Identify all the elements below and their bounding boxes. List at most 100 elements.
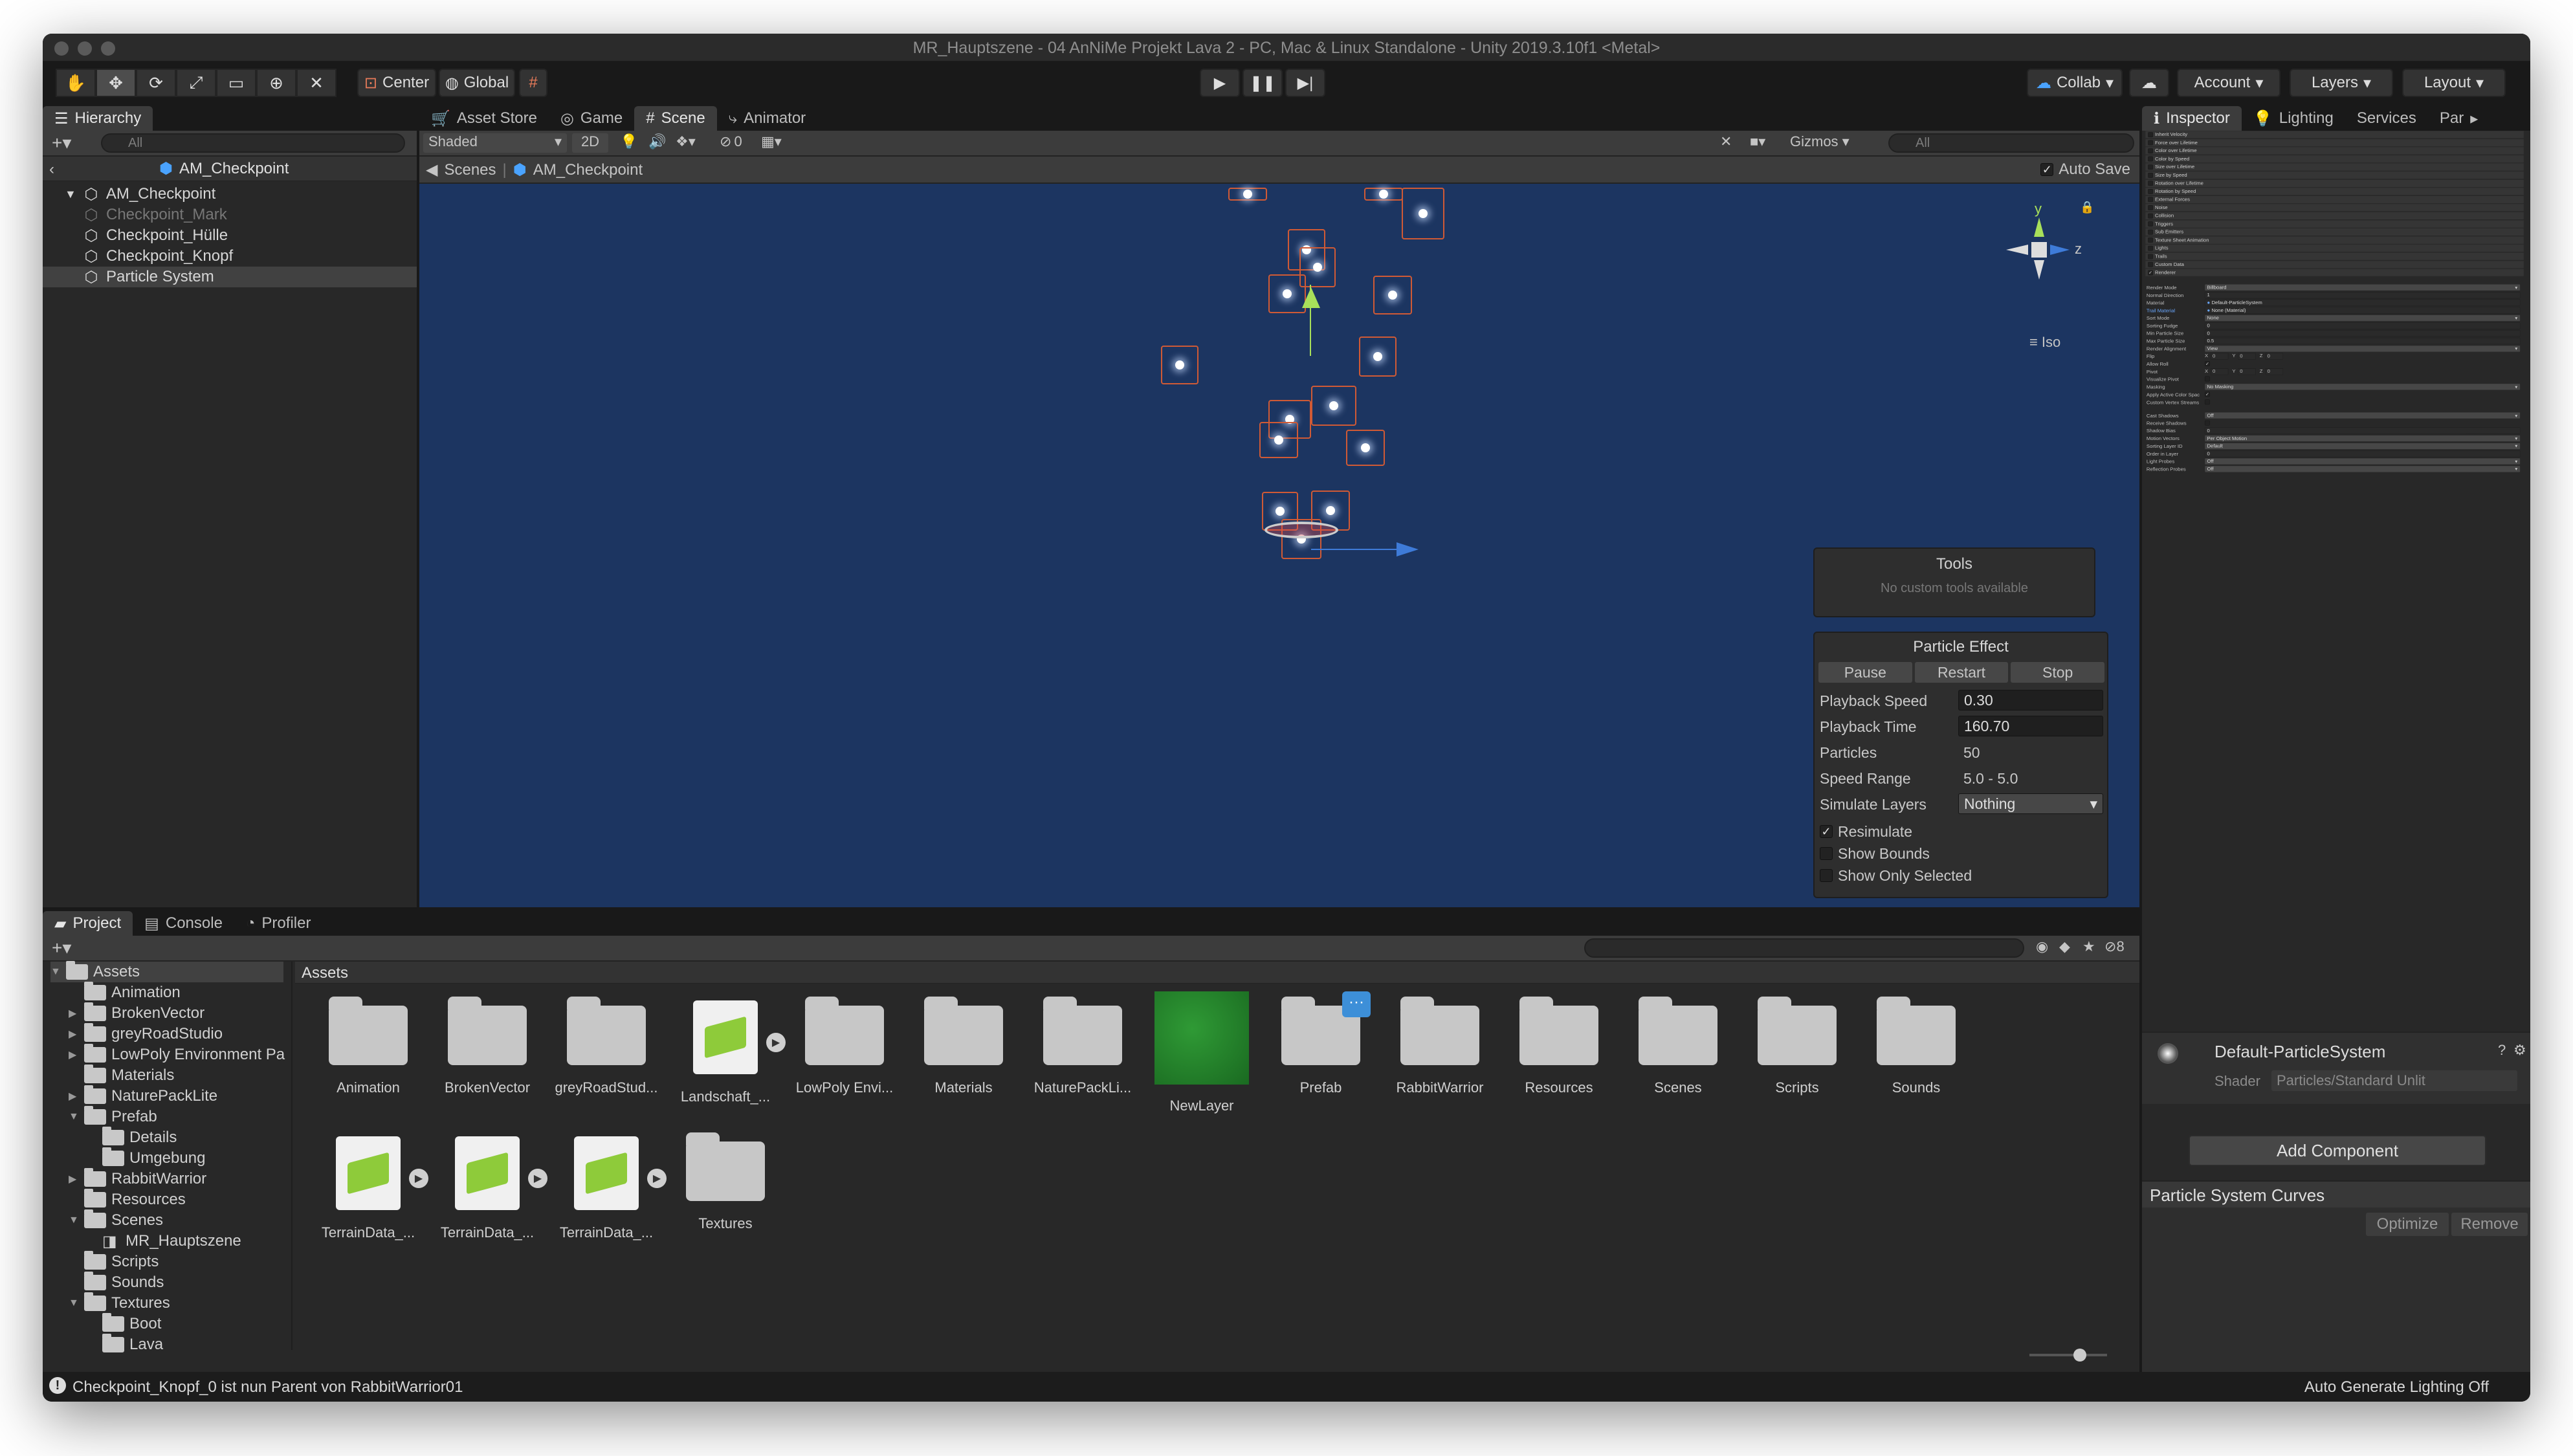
tab-scene[interactable]: # Scene — [634, 106, 717, 131]
property-y-field[interactable]: Y0 — [2232, 353, 2257, 360]
expand-arrow-icon[interactable]: ▼ — [65, 188, 76, 201]
property-value[interactable]: None — [2205, 314, 2521, 322]
resimulate-toggle[interactable]: ✓ Resimulate — [1820, 821, 1912, 843]
cloud-button[interactable]: ☁ — [2129, 69, 2169, 97]
asset-folder[interactable]: RabbitWarrior — [1384, 991, 1496, 1114]
property-value[interactable]: 0 — [2205, 427, 2521, 434]
label-icon[interactable]: ◆ — [2059, 938, 2070, 955]
gizmo-x-cone[interactable] — [2006, 245, 2028, 255]
module-checkbox[interactable]: ✓ — [2148, 270, 2153, 276]
help-icon[interactable]: ? — [2498, 1042, 2506, 1059]
gizmo-z-cone[interactable] — [2050, 245, 2070, 255]
tree-item[interactable]: Sounds — [69, 1272, 164, 1293]
tree-item[interactable]: ▼ Textures — [69, 1292, 170, 1314]
hidden-packages-toggle[interactable]: ⊘ 8 — [2104, 938, 2125, 955]
add-component-button[interactable]: Add Component — [2189, 1135, 2486, 1166]
module-collision[interactable]: Collision — [2145, 212, 2524, 220]
star-icon[interactable]: ★ — [2082, 938, 2095, 955]
expand-play-icon[interactable]: ▶ — [647, 1169, 667, 1188]
simulate-layers-dropdown[interactable]: Nothing ▾ — [1958, 793, 2103, 814]
checkpoint-disc[interactable] — [1264, 522, 1338, 538]
step-button[interactable]: ▶| — [1285, 69, 1325, 97]
module-trails[interactable]: Trails — [2145, 252, 2524, 260]
status-message[interactable]: Checkpoint_Knopf_0 ist nun Parent von Ra… — [72, 1378, 463, 1396]
expand-arrow-icon[interactable]: ▼ — [50, 966, 61, 978]
scene-viewport[interactable]: y z 🔒 ≡ Iso Tools No custom tools availab… — [419, 184, 2139, 907]
tree-item[interactable]: Details — [87, 1127, 177, 1148]
asset-folder[interactable]: Animation — [312, 991, 425, 1114]
custom-tool-icon[interactable]: ✕ — [296, 69, 337, 97]
tree-item[interactable]: ▶ BrokenVector — [69, 1002, 204, 1024]
asset-folder[interactable]: Textures — [669, 1127, 782, 1250]
x-axis-handle[interactable] — [1311, 549, 1408, 550]
module-checkbox[interactable] — [2148, 254, 2153, 259]
asset-folder[interactable]: Sounds — [1860, 991, 1972, 1114]
show-only-selected-checkbox[interactable] — [1820, 869, 1833, 882]
module-checkbox[interactable] — [2148, 148, 2153, 153]
module-checkbox[interactable] — [2148, 172, 2153, 178]
module-renderer[interactable]: ✓ Renderer — [2145, 269, 2524, 276]
hierarchy-item[interactable]: ▼ ⬡ AM_Checkpoint — [43, 184, 417, 204]
tree-item[interactable]: ▼ Assets — [50, 961, 283, 982]
property-x-field[interactable]: X0 — [2205, 353, 2230, 360]
rotate-tool-icon[interactable]: ⟳ — [136, 69, 176, 97]
module-checkbox[interactable] — [2148, 261, 2153, 267]
scale-tool-icon[interactable]: ⤢ — [176, 69, 216, 97]
show-bounds-checkbox[interactable] — [1820, 847, 1833, 860]
hierarchy-item[interactable]: ⬡ Checkpoint_Hülle — [43, 225, 417, 246]
property-z-field[interactable]: Z0 — [2260, 353, 2285, 360]
module-external-forces[interactable]: External Forces — [2145, 195, 2524, 203]
property-z-field[interactable]: Z0 — [2260, 368, 2285, 375]
module-checkbox[interactable] — [2148, 197, 2153, 203]
tree-item[interactable]: ◨ MR_Hauptszene — [87, 1231, 241, 1252]
property-value[interactable]: 0.5 — [2205, 337, 2521, 344]
asset-terrain[interactable]: ▶ Landschaft_... — [669, 991, 786, 1114]
asset-terrain[interactable]: ▶ TerrainData_... — [431, 1127, 547, 1250]
tab-hierarchy[interactable]: ☰ Hierarchy — [43, 106, 153, 131]
property-value[interactable]: 0 — [2205, 330, 2521, 337]
show-bounds-toggle[interactable]: Show Bounds — [1820, 843, 1930, 865]
gizmo-neg-y-cone[interactable] — [2034, 260, 2044, 280]
layout-dropdown[interactable]: Layout ▾ — [2402, 69, 2506, 97]
module-rotation-by-speed[interactable]: Rotation by Speed — [2145, 187, 2524, 195]
property-value[interactable]: Per Object Motion — [2205, 435, 2521, 442]
module-size-by-speed[interactable]: Size by Speed — [2145, 171, 2524, 179]
module-checkbox[interactable] — [2148, 164, 2153, 170]
tree-item[interactable]: Umgebung — [87, 1147, 205, 1169]
module-size-over-lifetime[interactable]: Size over Lifetime — [2145, 163, 2524, 171]
module-noise[interactable]: Noise — [2145, 203, 2524, 212]
pause-effect-button[interactable]: Pause — [1818, 662, 1912, 683]
module-checkbox[interactable] — [2148, 156, 2153, 162]
module-triggers[interactable]: Triggers — [2145, 220, 2524, 228]
breadcrumb-prefab[interactable]: AM_Checkpoint — [533, 161, 643, 179]
tree-item[interactable]: Lava — [87, 1334, 163, 1355]
module-force-over-lifetime[interactable]: Force over Lifetime — [2145, 138, 2524, 147]
expand-arrow-icon[interactable]: ▶ — [69, 1048, 79, 1061]
tree-item[interactable]: ▼ Scenes — [69, 1209, 163, 1231]
move-tool-icon[interactable]: ✥ — [96, 69, 136, 97]
transform-tool-icon[interactable]: ⊕ — [256, 69, 296, 97]
audio-toggle-icon[interactable]: 🔊 — [648, 133, 666, 150]
camera-icon[interactable]: ■▾ — [1750, 133, 1765, 150]
lighting-status[interactable]: Auto Generate Lighting Off — [2304, 1378, 2489, 1396]
tab-asset-store[interactable]: 🛒 Asset Store — [419, 106, 549, 131]
module-color-over-lifetime[interactable]: Color over Lifetime — [2145, 147, 2524, 155]
filter-type-icon[interactable]: ◉ — [2036, 938, 2048, 955]
asset-terrain[interactable]: ▶ TerrainData_... — [550, 1127, 667, 1250]
expand-arrow-icon[interactable]: ▶ — [69, 1028, 79, 1041]
snap-grid-button[interactable]: # — [519, 69, 547, 97]
expand-play-icon[interactable]: ▶ — [766, 1033, 786, 1052]
restart-effect-button[interactable]: Restart — [1914, 662, 2009, 683]
tab-console[interactable]: ▤ Console — [133, 911, 234, 936]
tree-item[interactable]: Resources — [69, 1189, 186, 1210]
show-only-selected-toggle[interactable]: Show Only Selected — [1820, 865, 1972, 887]
property-x-field[interactable]: X0 — [2205, 368, 2230, 375]
rect-tool-icon[interactable]: ▭ — [216, 69, 256, 97]
tree-item[interactable]: ▶ NaturePackLite — [69, 1085, 217, 1107]
expand-arrow-icon[interactable]: ▼ — [69, 1297, 79, 1309]
module-checkbox[interactable] — [2148, 221, 2153, 226]
expand-arrow-icon[interactable]: ▼ — [69, 1111, 79, 1123]
asset-folder[interactable]: ··· Prefab — [1264, 991, 1377, 1114]
property-value[interactable]: 1 — [2205, 291, 2521, 298]
lighting-toggle-icon[interactable]: 💡 — [620, 133, 637, 150]
